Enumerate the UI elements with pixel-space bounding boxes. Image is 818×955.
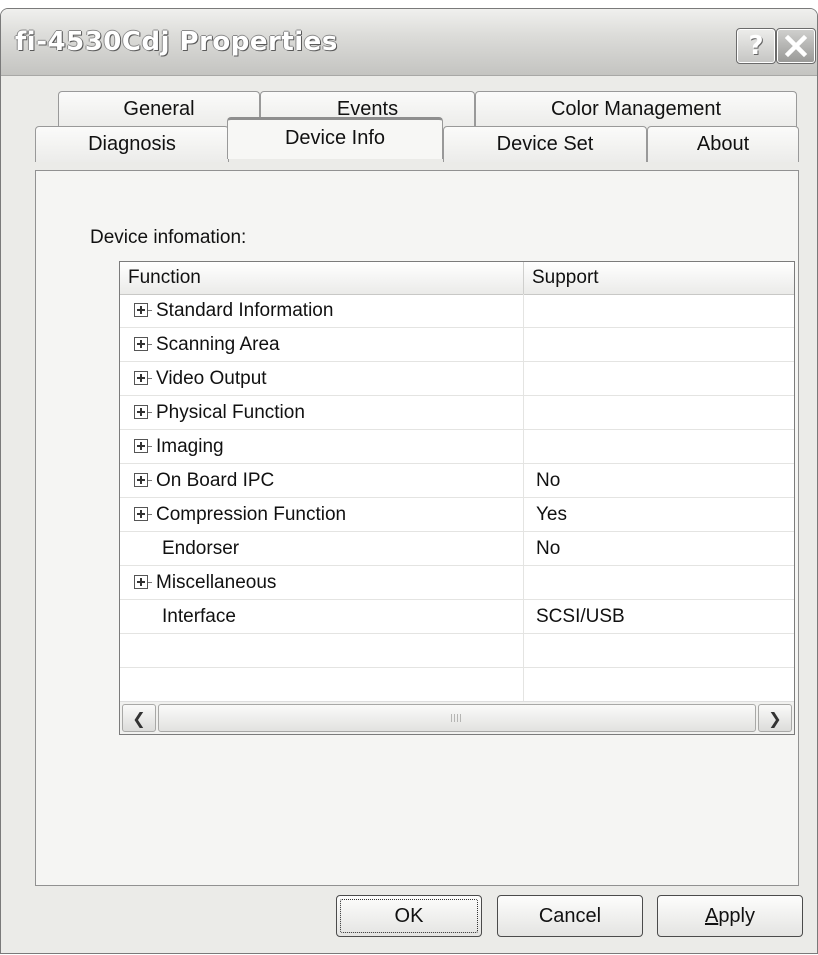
tab-device-set[interactable]: Device Set [443,126,647,162]
function-cell: Video Output [134,362,267,395]
chevron-left-icon: ❮ [132,708,146,728]
function-name: Physical Function [156,402,305,423]
window-title: fi-4530Cdj Properties [15,27,338,57]
table-row[interactable]: Scanning Area [120,328,794,362]
expand-plus-icon[interactable] [134,507,148,521]
tab-row-bottom: Diagnosis Device Info Device Set About [1,117,817,163]
function-name: Standard Information [156,300,334,321]
support-cell: SCSI/USB [536,606,625,627]
function-name: Video Output [156,368,267,389]
column-separator [523,294,524,327]
support-cell: No [536,470,561,491]
tab-device-info[interactable]: Device Info [227,117,443,159]
column-separator [523,634,524,667]
function-name: Imaging [156,436,224,457]
ok-button[interactable]: OK [336,895,482,937]
help-button[interactable]: ? [736,28,776,64]
tree-line-icon [148,378,152,379]
column-separator [523,600,524,633]
expand-plus-icon[interactable] [134,405,148,419]
expand-plus-icon[interactable] [134,303,148,317]
tree-line-icon [148,480,152,481]
column-separator [523,498,524,531]
grip-icon [451,714,463,722]
expand-plus-icon[interactable] [134,575,148,589]
function-cell: On Board IPC [134,464,274,497]
horizontal-scrollbar[interactable]: ❮ ❯ [120,701,794,734]
close-icon [784,34,808,58]
column-separator [523,566,524,599]
expand-plus-icon[interactable] [134,371,148,385]
apply-button-label: pply [718,905,756,927]
function-cell: Interface [134,600,236,633]
function-cell: Physical Function [134,396,305,429]
scroll-thumb[interactable] [158,704,756,732]
column-separator [523,362,524,395]
table-row[interactable]: Endorser No [120,532,794,566]
expand-plus-icon[interactable] [134,439,148,453]
function-cell: Scanning Area [134,328,280,361]
function-name: Endorser [162,538,240,559]
focus-ring [340,899,478,933]
table-row[interactable]: Imaging [120,430,794,464]
chevron-right-icon: ❯ [768,708,782,728]
table-row[interactable] [120,634,794,668]
function-cell: Miscellaneous [134,566,276,599]
table-row[interactable]: Miscellaneous [120,566,794,600]
tree-line-icon [148,582,152,583]
apply-accelerator: A [704,905,719,927]
table-row[interactable]: Interface SCSI/USB [120,600,794,634]
title-bar[interactable]: fi-4530Cdj Properties ? [1,9,817,76]
expand-plus-icon[interactable] [134,473,148,487]
apply-button[interactable]: Apply [657,895,803,937]
support-cell: Yes [536,504,567,525]
cancel-button[interactable]: Cancel [497,895,643,937]
table-row[interactable] [120,668,794,702]
tab-about[interactable]: About [647,126,799,162]
support-cell: No [536,538,561,559]
column-separator [523,328,524,361]
close-button[interactable] [776,28,816,64]
column-separator [523,430,524,463]
column-separator [523,396,524,429]
list-header: Function Support [120,262,794,295]
device-info-panel: Device infomation: Function Support Stan… [35,170,799,886]
expand-plus-icon[interactable] [134,337,148,351]
device-information-label: Device infomation: [90,227,247,248]
function-name: Interface [162,606,236,627]
column-separator [523,668,524,701]
tree-line-icon [148,412,152,413]
scroll-left-button[interactable]: ❮ [122,704,156,732]
list-body: Standard Information Scanning Area Video O… [120,294,794,702]
tree-line-icon [148,344,152,345]
cancel-button-label: Cancel [538,905,602,927]
function-name: On Board IPC [156,470,275,491]
function-name: Miscellaneous [156,572,277,593]
help-icon: ? [748,31,764,61]
table-row[interactable]: Standard Information [120,294,794,328]
tree-line-icon [148,514,152,515]
column-separator [523,464,524,497]
column-header-support[interactable]: Support [524,262,796,294]
table-row[interactable]: Physical Function [120,396,794,430]
function-cell: Standard Information [134,294,333,327]
function-cell: Imaging [134,430,224,463]
properties-dialog: fi-4530Cdj Properties ? General Events C… [0,8,818,954]
table-row[interactable]: Compression Function Yes [120,498,794,532]
function-cell: Compression Function [134,498,346,531]
column-header-function[interactable]: Function [120,262,524,294]
table-row[interactable]: On Board IPC No [120,464,794,498]
scroll-right-button[interactable]: ❯ [758,704,792,732]
table-row[interactable]: Video Output [120,362,794,396]
tab-color-management[interactable]: Color Management [475,91,797,127]
function-name: Scanning Area [156,334,280,355]
tree-line-icon [148,310,152,311]
tree-line-icon [148,446,152,447]
tab-diagnosis[interactable]: Diagnosis [35,126,229,162]
function-cell: Endorser [134,532,239,565]
function-name: Compression Function [156,504,347,525]
device-info-list[interactable]: Function Support Standard Information Sca… [119,261,795,735]
column-separator [523,532,524,565]
